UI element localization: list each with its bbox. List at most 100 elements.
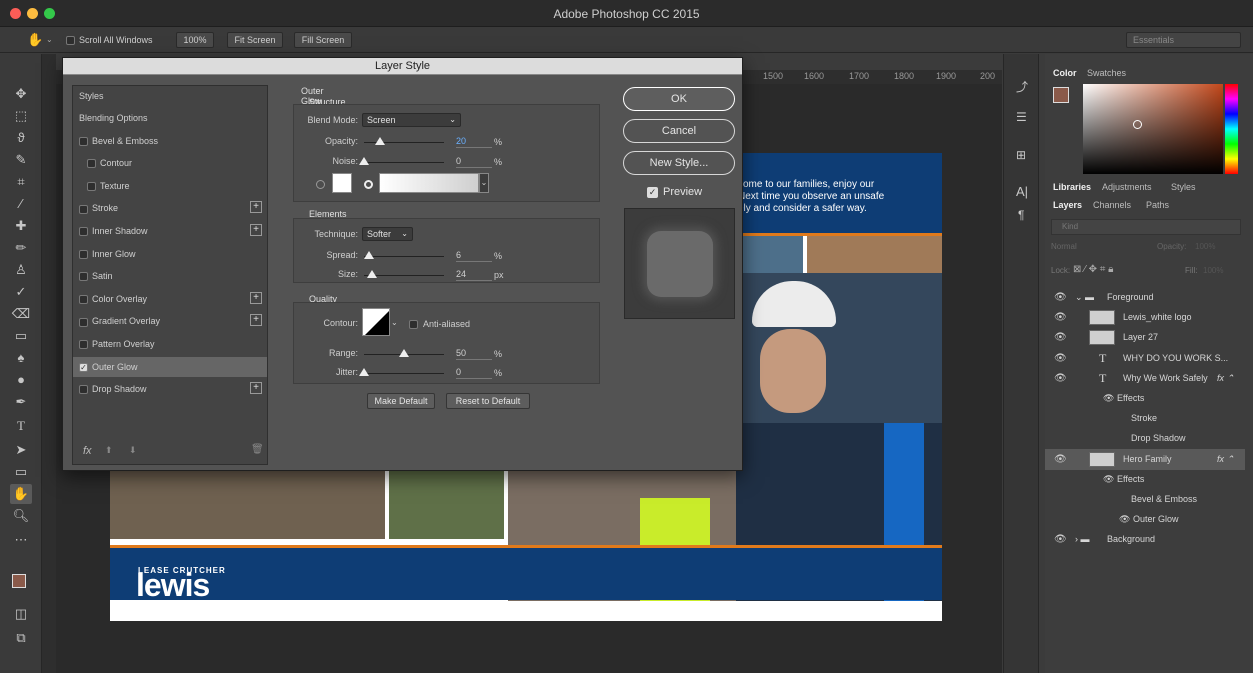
- style-row-outer-glow[interactable]: ✓ Outer Glow: [73, 356, 267, 377]
- healing-brush-tool-icon[interactable]: ✚: [10, 216, 32, 236]
- style-checkbox[interactable]: [79, 136, 88, 146]
- jitter-value-input[interactable]: 0: [456, 365, 492, 379]
- layer-row[interactable]: 👁︎ › ▬ Background: [1045, 529, 1245, 550]
- layer-row[interactable]: Bevel & Emboss: [1045, 489, 1245, 510]
- add-style-icon[interactable]: +: [250, 291, 262, 304]
- blend-mode-layers-select[interactable]: Normal: [1051, 242, 1131, 256]
- clone-stamp-tool-icon[interactable]: ♙: [10, 260, 32, 280]
- type-tool-icon[interactable]: T: [10, 416, 32, 436]
- size-slider-thumb[interactable]: [367, 270, 377, 278]
- blur-tool-icon[interactable]: ♠: [10, 348, 32, 368]
- layer-row[interactable]: 👁︎ ⌄ ▬ Foreground: [1045, 287, 1245, 308]
- gradient-tool-icon[interactable]: ▭: [10, 326, 32, 346]
- fill-screen-button[interactable]: Fill Screen: [294, 32, 352, 48]
- opacity-slider-thumb[interactable]: [375, 137, 385, 145]
- noise-slider-thumb[interactable]: [359, 157, 369, 165]
- character-icon[interactable]: A|: [1016, 184, 1028, 199]
- jitter-slider-thumb[interactable]: [359, 368, 369, 376]
- spread-slider-track[interactable]: [364, 256, 444, 257]
- tab-libraries[interactable]: Libraries: [1053, 182, 1091, 192]
- style-checkbox[interactable]: [79, 294, 88, 304]
- rectangle-tool-icon[interactable]: ▭: [10, 462, 32, 482]
- hand-tool-icon[interactable]: ✋: [10, 484, 32, 504]
- marquee-tool-icon[interactable]: ⬚: [10, 106, 32, 126]
- style-row-color-overlay[interactable]: Color Overlay +: [73, 289, 267, 309]
- glow-color-swatch[interactable]: [332, 173, 352, 193]
- contour-preview[interactable]: [362, 308, 390, 336]
- technique-select[interactable]: Softer ⌄: [362, 227, 413, 241]
- style-checkbox[interactable]: [79, 385, 88, 395]
- more-tools-icon[interactable]: ⋯: [10, 530, 32, 550]
- paragraph-icon[interactable]: ¶: [1018, 208, 1024, 222]
- layer-row[interactable]: 👁︎ Effects: [1045, 469, 1245, 490]
- quick-select-tool-icon[interactable]: ✎: [10, 150, 32, 170]
- style-row-pattern-overlay[interactable]: Pattern Overlay: [73, 334, 267, 354]
- lasso-tool-icon[interactable]: ϑ: [10, 128, 32, 148]
- quick-mask-icon[interactable]: ◫: [10, 604, 32, 624]
- add-style-icon[interactable]: +: [250, 382, 262, 395]
- layer-row[interactable]: 👁︎ Effects: [1045, 388, 1245, 409]
- path-select-tool-icon[interactable]: ➤: [10, 440, 32, 460]
- dodge-tool-icon[interactable]: ●: [10, 370, 32, 390]
- foreground-color-swatch[interactable]: [1053, 87, 1069, 103]
- style-checkbox[interactable]: [87, 181, 96, 191]
- add-style-icon[interactable]: +: [250, 224, 262, 236]
- jitter-slider-track[interactable]: [364, 373, 444, 374]
- screen-mode-icon[interactable]: ⧉: [10, 628, 32, 648]
- add-style-icon[interactable]: +: [250, 314, 262, 327]
- layer-row[interactable]: 👁︎ Hero Family fx ⌃: [1045, 448, 1245, 470]
- effect-eye-icon[interactable]: 👁︎: [1119, 509, 1130, 530]
- layer-row[interactable]: 👁︎ T Why We Work Safely fx ⌃: [1045, 368, 1245, 389]
- preview-checkbox[interactable]: ✓: [647, 187, 658, 198]
- range-value-input[interactable]: 50: [456, 346, 492, 360]
- layer-opacity-value[interactable]: 100%: [1195, 242, 1215, 251]
- fit-screen-button[interactable]: Fit Screen: [227, 32, 283, 48]
- reset-to-default-button[interactable]: Reset to Default: [446, 393, 530, 409]
- style-row-inner-glow[interactable]: Inner Glow: [73, 244, 267, 264]
- tab-layers[interactable]: Layers: [1053, 200, 1082, 210]
- style-row-bevel-emboss[interactable]: Bevel & Emboss: [73, 131, 267, 151]
- glyphs-icon[interactable]: ⊞: [1016, 148, 1026, 162]
- style-checkbox[interactable]: ✓: [79, 362, 88, 372]
- move-down-icon[interactable]: ⬇: [129, 445, 137, 456]
- style-row-contour[interactable]: Contour: [73, 153, 267, 173]
- hand-tool-icon[interactable]: ✋: [27, 32, 43, 48]
- scroll-all-windows-checkbox[interactable]: [66, 35, 75, 46]
- tab-styles[interactable]: Styles: [1171, 182, 1196, 192]
- gradient-radio[interactable]: [364, 180, 373, 189]
- visibility-eye-icon[interactable]: 👁︎: [1054, 327, 1067, 348]
- pen-tool-icon[interactable]: ✒: [10, 392, 32, 412]
- workspace-select[interactable]: Essentials: [1126, 32, 1241, 48]
- history-brush-tool-icon[interactable]: ✓: [10, 282, 32, 302]
- add-style-icon[interactable]: +: [250, 201, 262, 214]
- style-checkbox[interactable]: [79, 340, 88, 350]
- style-checkbox[interactable]: [87, 159, 96, 169]
- range-slider-thumb[interactable]: [399, 349, 409, 357]
- color-field[interactable]: [1083, 84, 1223, 174]
- contour-dropdown-icon[interactable]: ⌄: [391, 318, 398, 327]
- fx-icon[interactable]: fx ⌃: [1217, 449, 1234, 470]
- noise-slider-track[interactable]: [364, 162, 444, 163]
- visibility-eye-icon[interactable]: 👁︎: [1054, 307, 1067, 328]
- style-row-stroke[interactable]: Stroke +: [73, 198, 267, 218]
- tab-channels[interactable]: Channels: [1093, 200, 1131, 210]
- visibility-eye-icon[interactable]: 👁︎: [1054, 449, 1067, 470]
- noise-value-input[interactable]: 0: [456, 154, 492, 168]
- tab-color[interactable]: Color: [1053, 68, 1077, 78]
- color-radio[interactable]: [316, 180, 325, 189]
- spread-value-input[interactable]: 6: [456, 248, 492, 262]
- properties-icon[interactable]: ☰: [1016, 110, 1027, 124]
- glow-gradient-swatch[interactable]: [379, 173, 479, 193]
- move-up-icon[interactable]: ⬆: [105, 445, 113, 456]
- size-value-input[interactable]: 24: [456, 267, 492, 281]
- fx-menu-button[interactable]: fx: [83, 445, 92, 457]
- visibility-eye-icon[interactable]: 👁︎: [1054, 348, 1067, 369]
- style-checkbox[interactable]: [79, 204, 88, 214]
- style-row-gradient-overlay[interactable]: Gradient Overlay +: [73, 311, 267, 331]
- chevron-down-icon[interactable]: ⌄: [46, 35, 53, 44]
- tab-adjustments[interactable]: Adjustments: [1102, 182, 1152, 192]
- style-row-texture[interactable]: Texture: [73, 176, 267, 196]
- zoom-tool-icon[interactable]: 🔍︎: [10, 506, 32, 526]
- spread-slider-thumb[interactable]: [363, 251, 374, 259]
- folder-icon[interactable]: ⌄ ▬: [1075, 287, 1094, 308]
